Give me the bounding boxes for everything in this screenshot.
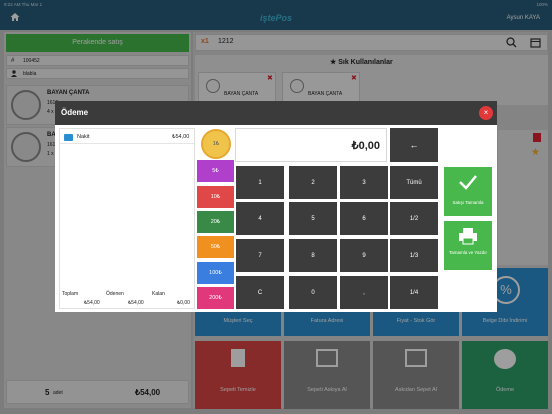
coin-1-button[interactable]: 1₺ bbox=[201, 129, 231, 159]
keypad-key[interactable]: 3 bbox=[340, 166, 388, 199]
paid-label: Ödenen bbox=[106, 291, 124, 297]
coin-50-button[interactable]: 50₺ bbox=[197, 236, 234, 258]
coin-20-button[interactable]: 20₺ bbox=[197, 211, 234, 233]
keypad-key[interactable]: 4 bbox=[236, 202, 284, 235]
remaining-value: ₺0,00 bbox=[177, 300, 190, 306]
complete-sale-button[interactable]: Satışı Tamamla bbox=[444, 167, 492, 216]
coin-5-button[interactable]: 5₺ bbox=[197, 160, 234, 182]
keypad-key[interactable]: 1 bbox=[236, 166, 284, 199]
keypad-key[interactable]: 6 bbox=[340, 202, 388, 235]
paid-value: ₺54,00 bbox=[128, 300, 144, 306]
total-value: ₺54,00 bbox=[84, 300, 100, 306]
keypad-key[interactable]: 8 bbox=[289, 239, 337, 272]
payment-dialog-title: Ödeme bbox=[55, 101, 497, 125]
remaining-label: Kalan bbox=[152, 291, 165, 297]
payment-list: Nakit ₺54,00 Toplam ₺54,00 Ödenen ₺54,00… bbox=[59, 128, 195, 309]
payment-method: Nakit bbox=[77, 134, 90, 140]
printer-icon bbox=[459, 228, 477, 245]
backspace-button[interactable]: ← bbox=[390, 128, 438, 162]
keypad-key[interactable]: 9 bbox=[340, 239, 388, 272]
keypad-key[interactable]: 1/3 bbox=[390, 239, 438, 272]
keypad-key[interactable]: 1/4 bbox=[390, 276, 438, 309]
complete-and-print-button[interactable]: Tamamla ve Yazdır bbox=[444, 221, 492, 270]
total-label: Toplam bbox=[62, 291, 79, 297]
cash-icon bbox=[64, 134, 73, 141]
keypad-key[interactable]: 5 bbox=[289, 202, 337, 235]
payment-amount: ₺54,00 bbox=[172, 134, 190, 140]
coin-100-button[interactable]: 100₺ bbox=[197, 262, 234, 284]
amount-display[interactable]: ₺0,00 bbox=[235, 128, 387, 162]
keypad-key[interactable]: 0 bbox=[289, 276, 337, 309]
check-icon bbox=[459, 175, 477, 190]
payment-entry[interactable]: Nakit ₺54,00 bbox=[60, 133, 194, 144]
coin-200-button[interactable]: 200₺ bbox=[197, 287, 234, 309]
close-icon[interactable]: × bbox=[479, 106, 493, 120]
coin-10-button[interactable]: 10₺ bbox=[197, 186, 234, 208]
keypad-key[interactable]: 1/2 bbox=[390, 202, 438, 235]
keypad-key[interactable]: C bbox=[236, 276, 284, 309]
keypad-key[interactable]: Tümü bbox=[390, 166, 438, 199]
keypad-key[interactable]: 7 bbox=[236, 239, 284, 272]
keypad-key[interactable]: 2 bbox=[289, 166, 337, 199]
keypad-key[interactable]: , bbox=[340, 276, 388, 309]
